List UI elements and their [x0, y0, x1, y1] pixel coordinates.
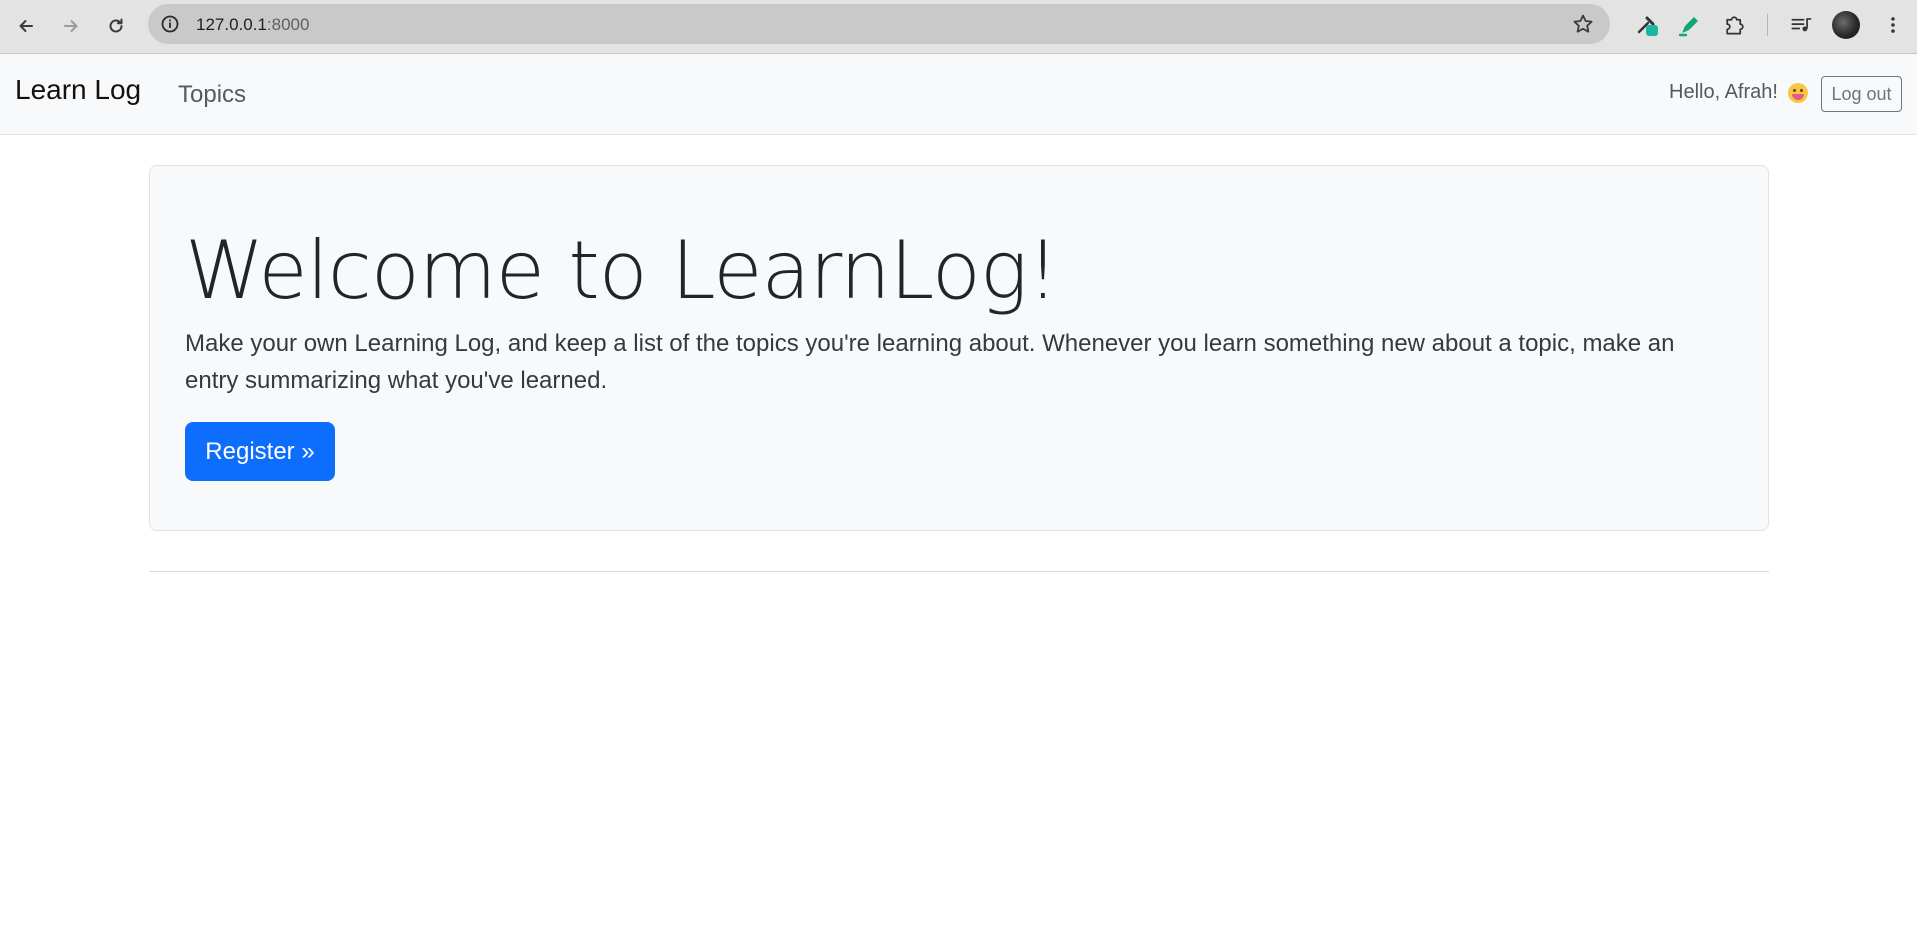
user-greeting: Hello, Afrah!: [1669, 81, 1808, 104]
greeting-text: Hello, Afrah!: [1669, 81, 1778, 103]
address-bar[interactable]: 127.0.0.1:8000: [148, 4, 1610, 44]
hero-panel: Welcome to LearnLog! Make your own Learn…: [149, 165, 1769, 531]
profile-avatar[interactable]: [1832, 11, 1860, 39]
url-port: :8000: [266, 15, 310, 34]
media-controls-icon[interactable]: [1786, 10, 1816, 40]
grinning-face-emoji-icon: [1787, 82, 1808, 103]
brand-link[interactable]: Learn Log: [15, 74, 141, 106]
reload-button[interactable]: [99, 9, 133, 43]
reload-icon: [109, 18, 123, 33]
highlighter-extension-icon[interactable]: [1674, 10, 1704, 40]
bookmark-star-icon[interactable]: [1572, 13, 1594, 35]
nav-link-topics[interactable]: Topics: [178, 81, 246, 109]
url-text[interactable]: 127.0.0.1:8000: [196, 15, 309, 35]
url-host: 127.0.0.1: [196, 15, 267, 34]
horizontal-divider: [149, 571, 1769, 572]
register-button[interactable]: Register »: [185, 422, 335, 481]
page-title: Welcome to LearnLog!: [185, 224, 1059, 317]
puzzle-extensions-icon[interactable]: [1720, 10, 1750, 40]
forward-button[interactable]: [54, 9, 88, 43]
back-arrow-icon: [19, 20, 33, 32]
browser-toolbar: 127.0.0.1:8000: [0, 0, 1917, 54]
kebab-menu-icon[interactable]: [1878, 10, 1908, 40]
site-info-icon[interactable]: [158, 12, 182, 36]
forward-arrow-icon: [64, 20, 78, 32]
site-navbar: Learn Log Topics Hello, Afrah! Log out: [0, 54, 1917, 135]
back-button[interactable]: [9, 9, 43, 43]
hero-lead-text: Make your own Learning Log, and keep a l…: [185, 330, 1675, 394]
toolbar-divider: [1767, 14, 1768, 36]
eyedropper-extension-icon[interactable]: [1633, 10, 1663, 40]
logout-button[interactable]: Log out: [1821, 76, 1902, 112]
